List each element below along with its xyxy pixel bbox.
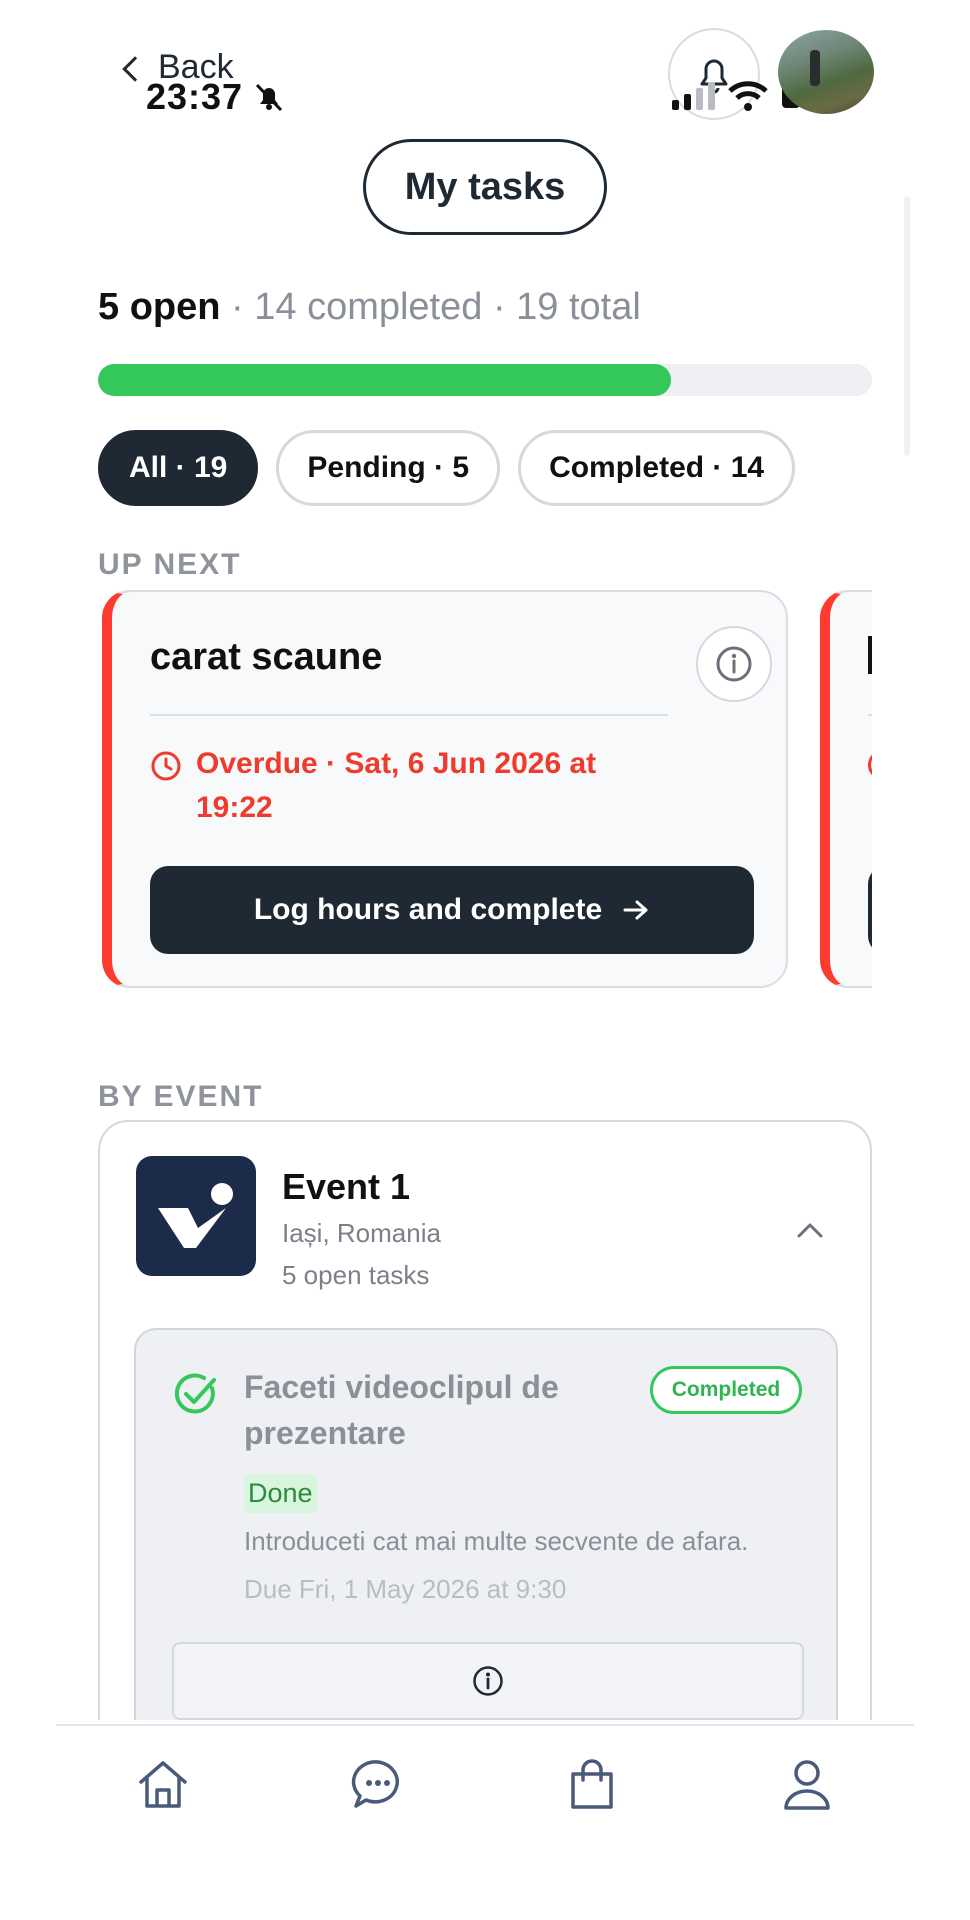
event-location: Iași, Romania [282, 1218, 441, 1248]
shopping-bag-icon [571, 1759, 613, 1809]
status-badge: Completed [650, 1366, 802, 1414]
clock-icon [151, 751, 181, 781]
tab-chat[interactable] [348, 1754, 408, 1814]
chevron-left-icon [122, 55, 148, 82]
check-circle-icon [174, 1373, 216, 1414]
info-icon [716, 646, 752, 682]
profile-icon [784, 1760, 830, 1810]
done-label: Done [244, 1474, 317, 1513]
completion-progress-bar [98, 364, 872, 396]
info-icon [473, 1666, 503, 1696]
task-due: Overdue · Sat, 6 Jun 2026 at 19:22 [150, 742, 650, 830]
filter-chips: All · 19 Pending · 5 Completed · 14 [98, 430, 796, 506]
tab-profile[interactable] [777, 1754, 837, 1814]
page-title: My tasks [363, 139, 607, 235]
task-title-peek [868, 636, 872, 674]
bell-slash-icon [255, 83, 283, 112]
event-logo [136, 1156, 256, 1276]
screen: Back 23:37 My tasks 5 open · 14 complete… [0, 0, 970, 1920]
avatar[interactable] [778, 30, 874, 114]
tab-shop[interactable] [562, 1754, 622, 1814]
by-event-label: BY EVENT [98, 1080, 264, 1113]
progress-fill [98, 364, 671, 396]
card-divider [150, 714, 668, 716]
open-count: 5 open [98, 286, 221, 328]
bottom-tab-bar [56, 1724, 914, 1874]
brand-logo-icon [158, 1183, 233, 1248]
up-next-carousel[interactable]: carat scaune Overdue · Sat, 6 Jun 2026 a… [98, 588, 872, 1004]
filter-pending[interactable]: Pending · 5 [276, 430, 501, 506]
event-task-title: Faceti videoclipul de prezentare [244, 1369, 559, 1451]
filter-completed[interactable]: Completed · 14 [518, 430, 796, 506]
event-task-item[interactable]: Faceti videoclipul de prezentare Complet… [134, 1328, 838, 1720]
event-task-due: Due Fri, 1 May 2026 at 9:30 [244, 1574, 567, 1604]
scroll-indicator [904, 196, 910, 456]
tab-home[interactable] [133, 1754, 193, 1814]
log-hours-complete-button[interactable]: Log hours and complete [150, 866, 754, 954]
status-time: 23:37 [146, 76, 244, 117]
bottom-safe-area [0, 1874, 970, 1920]
task-card-next[interactable] [820, 590, 872, 988]
cta-label: Log hours and complete [253, 893, 603, 926]
event-task-description: Introduceti cat mai multe secvente de af… [244, 1526, 749, 1556]
event-open-tasks: 5 open tasks [282, 1260, 430, 1290]
cta-peek[interactable] [868, 866, 872, 954]
card-divider [868, 714, 872, 716]
task-title: carat scaune [150, 636, 383, 678]
home-icon [139, 1761, 187, 1808]
signal-icon [672, 82, 715, 110]
chevron-up-icon[interactable] [796, 1216, 824, 1244]
task-due-text: Overdue · Sat, 6 Jun 2026 at 19:22 [196, 747, 597, 824]
event-task-info-button[interactable] [172, 1642, 804, 1720]
filter-all[interactable]: All · 19 [98, 430, 259, 506]
avatar-figure [810, 50, 820, 86]
up-next-label: UP NEXT [98, 548, 242, 581]
chat-icon [351, 1760, 399, 1808]
event-name: Event 1 [282, 1166, 411, 1207]
event-card: Event 1 Iași, Romania 5 open tasks Facet… [98, 1120, 872, 1720]
wifi-icon [728, 81, 768, 111]
summary-rest: · 14 completed · 19 total [220, 286, 641, 328]
clock-icon [868, 750, 872, 780]
task-info-button[interactable] [696, 626, 772, 702]
task-card[interactable]: carat scaune Overdue · Sat, 6 Jun 2026 a… [102, 590, 788, 988]
arrow-right-icon [623, 900, 648, 920]
task-summary: 5 open · 14 completed · 19 total [98, 286, 641, 329]
